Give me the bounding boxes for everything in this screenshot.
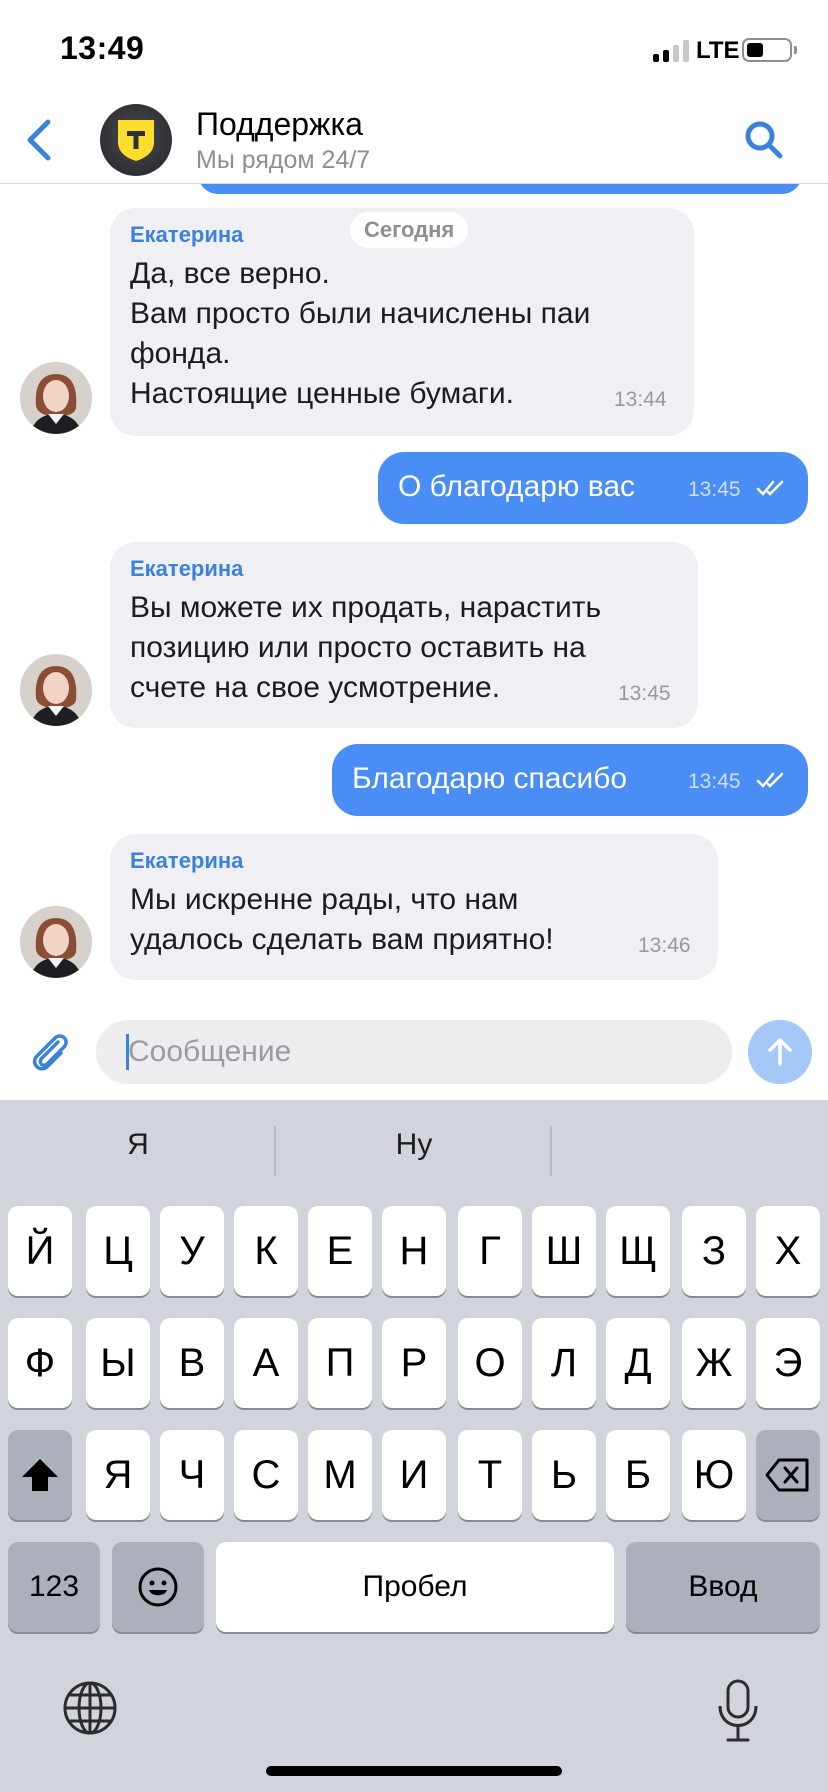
message-input-wrapper[interactable] — [96, 1020, 732, 1084]
chat-avatar[interactable] — [100, 104, 172, 176]
key-и[interactable]: И — [382, 1430, 446, 1520]
agent-photo — [20, 654, 92, 726]
return-key[interactable]: Ввод — [626, 1542, 820, 1632]
key-я[interactable]: Я — [86, 1430, 150, 1520]
suggestion-divider — [550, 1126, 552, 1176]
message-text: Мы искренне рады, что нам удалось сделат… — [130, 883, 554, 956]
message-composer — [0, 1004, 828, 1100]
message-text: О благодарю вас — [398, 470, 635, 503]
chat-title[interactable]: Поддержка — [196, 106, 363, 143]
battery-icon — [742, 38, 797, 62]
search-button[interactable] — [742, 118, 786, 162]
search-icon — [745, 121, 783, 159]
globe-button[interactable] — [60, 1678, 120, 1738]
message-list[interactable]: Екатерина Да, все верно. Вам просто были… — [0, 184, 828, 1004]
agent-avatar[interactable] — [20, 654, 92, 726]
back-button[interactable] — [18, 114, 62, 166]
key-с[interactable]: С — [234, 1430, 298, 1520]
key-е[interactable]: Е — [308, 1206, 372, 1296]
agent-photo — [20, 906, 92, 978]
key-п[interactable]: П — [308, 1318, 372, 1408]
home-indicator[interactable] — [266, 1766, 562, 1776]
key-э[interactable]: Э — [756, 1318, 820, 1408]
message-bubble-outgoing-partial[interactable] — [198, 184, 802, 194]
key-ш[interactable]: Ш — [532, 1206, 596, 1296]
date-chip: Сегодня — [350, 212, 469, 248]
key-н[interactable]: Н — [382, 1206, 446, 1296]
message-text: Вы можете их продать, нарастить позицию … — [130, 591, 602, 704]
key-м[interactable]: М — [308, 1430, 372, 1520]
emoji-key[interactable] — [112, 1542, 204, 1632]
keyboard: Я Ну Й Ц У К Е Н Г Ш Щ З Х Ф Ы В А П Р О… — [0, 1100, 828, 1792]
message-bubble-incoming[interactable]: Екатерина Вы можете их продать, нарастит… — [110, 542, 698, 728]
key-к[interactable]: К — [234, 1206, 298, 1296]
key-л[interactable]: Л — [532, 1318, 596, 1408]
key-о[interactable]: О — [458, 1318, 522, 1408]
paperclip-icon — [32, 1034, 68, 1071]
space-key[interactable]: Пробел — [216, 1542, 614, 1632]
microphone-icon — [718, 1679, 758, 1742]
message-text: Благодарю спасибо — [352, 762, 628, 795]
key-ю[interactable]: Ю — [682, 1430, 746, 1520]
chat-subtitle: Мы рядом 24/7 — [196, 146, 371, 174]
backspace-icon — [765, 1458, 809, 1492]
status-bar: 13:49 LTE — [0, 0, 828, 96]
chevron-left-icon — [27, 119, 51, 161]
read-checkmarks-icon — [756, 772, 784, 788]
read-checkmarks-icon — [756, 480, 784, 496]
key-г[interactable]: Г — [458, 1206, 522, 1296]
key-д[interactable]: Д — [606, 1318, 670, 1408]
message-bubble-incoming[interactable]: Екатерина Мы искренне рады, что нам удал… — [110, 834, 718, 980]
arrow-up-icon — [768, 1038, 792, 1066]
agent-avatar[interactable] — [20, 362, 92, 434]
key-й[interactable]: Й — [8, 1206, 72, 1296]
key-ы[interactable]: Ы — [86, 1318, 150, 1408]
message-time: 13:45 — [688, 770, 741, 793]
dictation-button[interactable] — [714, 1678, 762, 1744]
key-в[interactable]: В — [160, 1318, 224, 1408]
status-time: 13:49 — [60, 30, 145, 66]
signal-strength-icon — [653, 40, 689, 62]
message-sender: Екатерина — [130, 556, 244, 581]
message-bubble-outgoing[interactable]: Благодарю спасибо 13:45 — [332, 744, 808, 816]
key-ч[interactable]: Ч — [160, 1430, 224, 1520]
message-time: 13:46 — [638, 934, 691, 957]
key-з[interactable]: З — [682, 1206, 746, 1296]
agent-photo — [20, 362, 92, 434]
backspace-key[interactable] — [756, 1430, 820, 1520]
emoji-icon — [138, 1567, 178, 1607]
message-time: 13:44 — [614, 388, 667, 411]
message-input[interactable] — [128, 1020, 718, 1084]
globe-icon — [63, 1681, 117, 1735]
key-у[interactable]: У — [160, 1206, 224, 1296]
key-ц[interactable]: Ц — [86, 1206, 150, 1296]
key-ф[interactable]: Ф — [8, 1318, 72, 1408]
message-time: 13:45 — [688, 478, 741, 501]
text-caret — [126, 1034, 129, 1070]
chat-header: Поддержка Мы рядом 24/7 — [0, 96, 828, 184]
key-а[interactable]: А — [234, 1318, 298, 1408]
attach-button[interactable] — [28, 1028, 72, 1072]
suggestion-2[interactable]: Ну — [276, 1128, 552, 1162]
message-time: 13:45 — [618, 682, 671, 705]
send-button[interactable] — [748, 1020, 812, 1084]
suggestion-1[interactable]: Я — [0, 1128, 276, 1162]
key-р[interactable]: Р — [382, 1318, 446, 1408]
key-ь[interactable]: Ь — [532, 1430, 596, 1520]
message-text: Да, все верно. Вам просто были начислены… — [130, 257, 591, 410]
network-type: LTE — [696, 37, 740, 64]
shift-key[interactable] — [8, 1430, 72, 1520]
message-sender: Екатерина — [130, 848, 244, 873]
numbers-key[interactable]: 123 — [8, 1542, 100, 1632]
agent-avatar[interactable] — [20, 906, 92, 978]
tinkoff-shield-logo — [118, 120, 154, 161]
message-bubble-outgoing[interactable]: О благодарю вас 13:45 — [378, 452, 808, 524]
shift-icon — [22, 1459, 58, 1491]
key-т[interactable]: Т — [458, 1430, 522, 1520]
key-б[interactable]: Б — [606, 1430, 670, 1520]
key-щ[interactable]: Щ — [606, 1206, 670, 1296]
key-ж[interactable]: Ж — [682, 1318, 746, 1408]
key-х[interactable]: Х — [756, 1206, 820, 1296]
